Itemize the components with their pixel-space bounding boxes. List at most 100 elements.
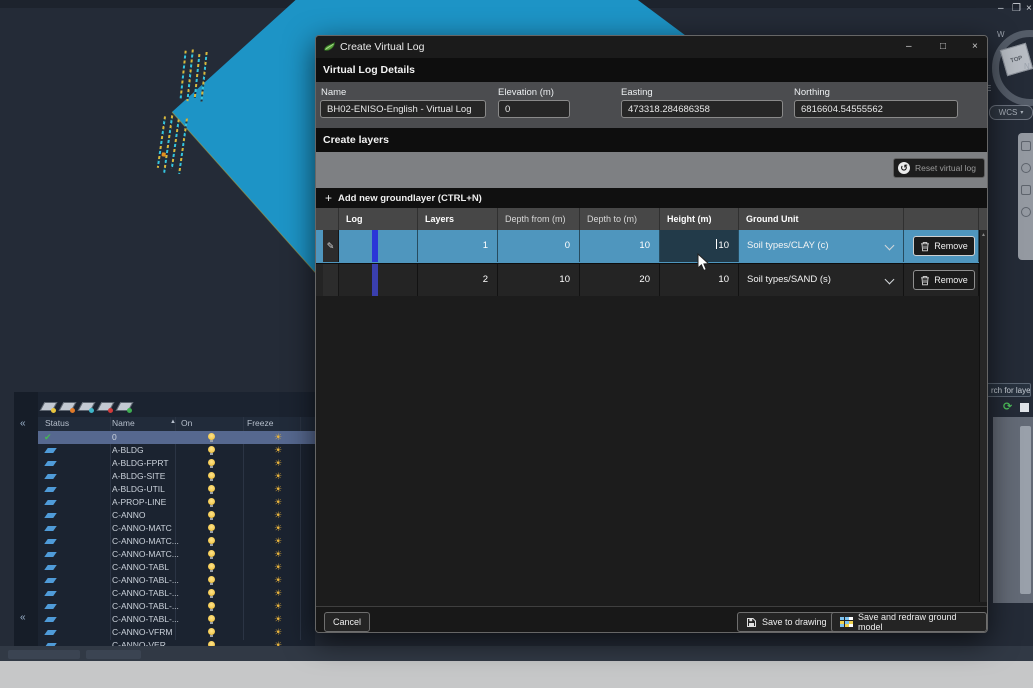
layer-on-icon[interactable] bbox=[208, 537, 215, 544]
col-status-label[interactable]: Status bbox=[45, 418, 69, 428]
col-name-label[interactable]: Name bbox=[112, 418, 135, 428]
layer-name[interactable]: A-BLDG-SITE bbox=[112, 471, 165, 481]
ground-unit-value[interactable]: Soil types/SAND (s) bbox=[747, 264, 831, 296]
layer-name[interactable]: C-ANNO-TABL-... bbox=[112, 614, 179, 624]
app-restore-button[interactable]: ❐ bbox=[1012, 4, 1021, 14]
save-and-redraw-button[interactable]: Save and redraw ground model bbox=[831, 612, 987, 632]
groundlayer-row[interactable]: 2102010Soil types/SAND (s)Remove bbox=[316, 264, 987, 298]
panel-corner-icon[interactable] bbox=[1020, 403, 1029, 412]
add-groundlayer-button[interactable]: + Add new groundlayer (CTRL+N) bbox=[316, 188, 987, 208]
nav-zoom-icon[interactable] bbox=[1021, 185, 1031, 195]
cell-layers[interactable]: 2 bbox=[418, 264, 498, 296]
new-layer-icon[interactable] bbox=[41, 400, 55, 412]
layer-row[interactable]: C-ANNO-TABL-... ☀ bbox=[38, 587, 315, 600]
layer-name[interactable]: C-ANNO-TABL-... bbox=[112, 588, 179, 598]
cell-log[interactable] bbox=[339, 230, 418, 262]
layer-freeze-icon[interactable]: ☀ bbox=[274, 431, 282, 444]
layer-freeze-icon[interactable]: ☀ bbox=[274, 587, 282, 600]
layer-row[interactable]: C-ANNO-MATC... ☀ bbox=[38, 548, 315, 561]
layer-on-icon[interactable] bbox=[208, 524, 215, 531]
palette-title-bar[interactable] bbox=[14, 392, 38, 648]
layer-name[interactable]: A-BLDG-UTIL bbox=[112, 484, 165, 494]
layer-on-icon[interactable] bbox=[208, 550, 215, 557]
layer-row[interactable]: C-ANNO ☀ bbox=[38, 509, 315, 522]
nav-orbit-icon[interactable] bbox=[1021, 163, 1031, 173]
layer-name[interactable]: A-BLDG-FPRT bbox=[112, 458, 169, 468]
dialog-title-bar[interactable]: Create Virtual Log – □ × bbox=[316, 36, 987, 58]
layer-freeze-icon[interactable]: ☀ bbox=[274, 444, 282, 457]
new-layer-sheet-icon[interactable] bbox=[60, 400, 74, 412]
layer-on-icon[interactable] bbox=[208, 498, 215, 505]
delete-layer-icon[interactable] bbox=[98, 400, 112, 412]
grid-scrollbar[interactable]: ▲ bbox=[979, 230, 987, 602]
dialog-maximize-button[interactable]: □ bbox=[940, 41, 946, 52]
layer-name[interactable]: A-BLDG bbox=[112, 445, 144, 455]
layer-on-icon[interactable] bbox=[208, 615, 215, 622]
ground-unit-value[interactable]: Soil types/CLAY (c) bbox=[747, 230, 828, 262]
col-on-label[interactable]: On bbox=[181, 418, 192, 428]
layer-freeze-icon[interactable]: ☀ bbox=[274, 600, 282, 613]
navigation-bar[interactable] bbox=[1018, 133, 1033, 260]
palette-collapse-button[interactable]: « bbox=[20, 418, 26, 429]
layer-freeze-icon[interactable]: ☀ bbox=[274, 509, 282, 522]
layer-on-icon[interactable] bbox=[208, 485, 215, 492]
elevation-input[interactable]: 0 bbox=[498, 100, 570, 118]
layer-name[interactable]: C-ANNO bbox=[112, 510, 146, 520]
grid-col-depth_to[interactable]: Depth to (m) bbox=[580, 208, 660, 230]
palette-right-scrollbar[interactable] bbox=[1020, 426, 1031, 594]
new-layer-vp-icon[interactable] bbox=[79, 400, 93, 412]
cell-depth_to[interactable]: 20 bbox=[580, 264, 660, 296]
layer-name[interactable]: A-PROP-LINE bbox=[112, 497, 166, 507]
grid-col-depth_from[interactable]: Depth from (m) bbox=[498, 208, 580, 230]
layer-name[interactable]: C-ANNO-TABL bbox=[112, 562, 169, 572]
layer-name[interactable]: C-ANNO-MATC... bbox=[112, 549, 179, 559]
palette-collapse-button-2[interactable]: « bbox=[20, 612, 26, 623]
layer-freeze-icon[interactable]: ☀ bbox=[274, 561, 282, 574]
cell-depth_from[interactable]: 0 bbox=[498, 230, 580, 262]
layer-on-icon[interactable] bbox=[208, 511, 215, 518]
layer-name[interactable]: C-ANNO-MATC bbox=[112, 523, 172, 533]
layer-freeze-icon[interactable]: ☀ bbox=[274, 613, 282, 626]
name-input[interactable]: BH02-ENISO-English - Virtual Log bbox=[320, 100, 486, 118]
reset-virtual-log-button[interactable]: ↺ Reset virtual log bbox=[893, 158, 985, 178]
layer-name[interactable]: C-ANNO-VFRM bbox=[112, 627, 172, 637]
layer-row[interactable]: C-ANNO-MATC...☀ bbox=[38, 535, 315, 548]
cell-ground_unit[interactable]: Soil types/CLAY (c) bbox=[739, 230, 904, 262]
nav-pan-icon[interactable] bbox=[1021, 141, 1031, 151]
layer-freeze-icon[interactable]: ☀ bbox=[274, 457, 282, 470]
cell-depth_from[interactable]: 10 bbox=[498, 264, 580, 296]
layer-row[interactable]: C-ANNO-TABL-... ☀ bbox=[38, 613, 315, 626]
save-to-drawing-button[interactable]: Save to drawing bbox=[737, 612, 836, 632]
layer-freeze-icon[interactable]: ☀ bbox=[274, 548, 282, 561]
layer-freeze-icon[interactable]: ☀ bbox=[274, 496, 282, 509]
layer-on-icon[interactable] bbox=[208, 628, 215, 635]
layer-row[interactable]: ✔0☀ bbox=[38, 431, 315, 444]
easting-input[interactable]: 473318.284686358 bbox=[621, 100, 783, 118]
scroll-up-icon[interactable]: ▲ bbox=[981, 232, 986, 238]
cancel-button[interactable]: Cancel bbox=[324, 612, 370, 632]
layer-freeze-icon[interactable]: ☀ bbox=[274, 470, 282, 483]
layer-row[interactable]: A-BLDG-FPRT ☀ bbox=[38, 457, 315, 470]
layer-name[interactable]: C-ANNO-TABL-... bbox=[112, 601, 179, 611]
layer-row[interactable]: A-BLDG-SITE ☀ bbox=[38, 470, 315, 483]
layer-row[interactable]: A-BLDG-UTIL☀ bbox=[38, 483, 315, 496]
layer-freeze-icon[interactable]: ☀ bbox=[274, 522, 282, 535]
layer-on-icon[interactable] bbox=[208, 576, 215, 583]
layer-on-icon[interactable] bbox=[208, 602, 215, 609]
grid-col-ground_unit[interactable]: Ground Unit bbox=[739, 208, 904, 230]
layer-on-icon[interactable] bbox=[208, 446, 215, 453]
layer-freeze-icon[interactable]: ☀ bbox=[274, 574, 282, 587]
layer-row[interactable]: C-ANNO-VFRM☀ bbox=[38, 626, 315, 639]
layer-on-icon[interactable] bbox=[208, 472, 215, 479]
dialog-close-button[interactable]: × bbox=[972, 41, 978, 52]
layer-row[interactable]: A-PROP-LINE ☀ bbox=[38, 496, 315, 509]
refresh-icon[interactable]: ⟳ bbox=[1003, 400, 1012, 413]
grid-col-action[interactable] bbox=[904, 208, 979, 230]
grid-col-layers[interactable]: Layers bbox=[418, 208, 498, 230]
layer-on-icon[interactable] bbox=[208, 433, 215, 440]
layer-name[interactable]: C-ANNO-TABL-... bbox=[112, 575, 179, 585]
dialog-minimize-button[interactable]: – bbox=[906, 41, 912, 52]
app-close-button[interactable]: × bbox=[1026, 4, 1032, 14]
cell-indicator[interactable]: ✎ bbox=[323, 230, 339, 262]
layer-on-icon[interactable] bbox=[208, 589, 215, 596]
